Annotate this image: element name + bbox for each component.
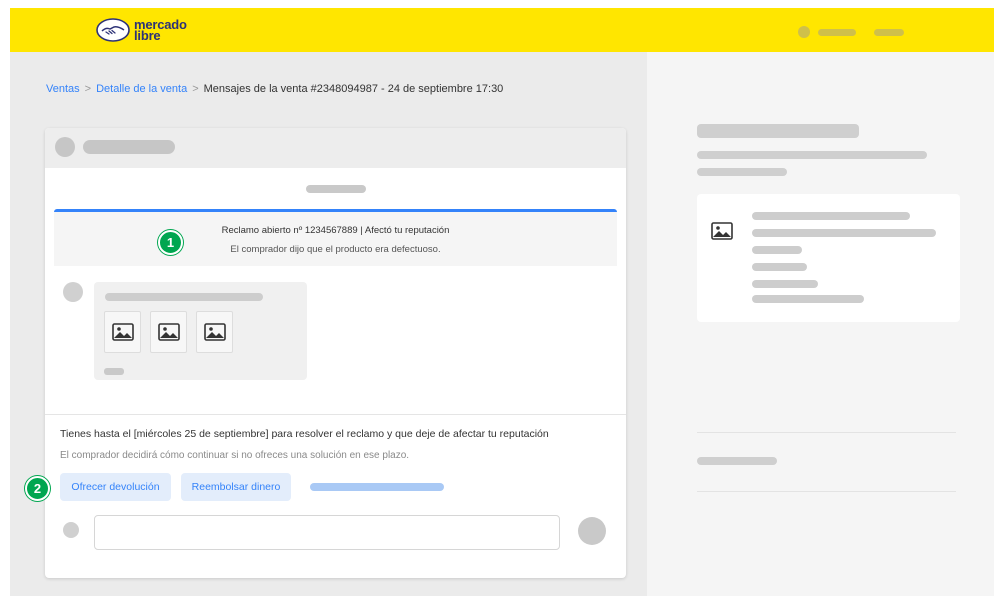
product-card xyxy=(697,194,960,322)
more-options-link-skeleton[interactable] xyxy=(310,483,444,491)
product-line-skeleton xyxy=(752,212,910,220)
handshake-logo-icon xyxy=(96,18,130,42)
resolution-note: El comprador decidirá cómo continuar si … xyxy=(60,450,410,461)
breadcrumb-sale-detail[interactable]: Detalle de la venta xyxy=(96,83,187,95)
right-divider xyxy=(697,432,956,433)
brand-wordmark: mercado libre xyxy=(134,17,187,43)
user-avatar[interactable] xyxy=(798,26,810,38)
menu-item-skeleton[interactable] xyxy=(874,28,904,36)
buyer-avatar xyxy=(55,137,75,157)
product-line-skeleton xyxy=(752,280,818,288)
breadcrumb-ventas[interactable]: Ventas xyxy=(46,83,80,95)
buyer-message-avatar xyxy=(63,282,83,302)
message-input[interactable] xyxy=(94,515,560,550)
image-placeholder-icon xyxy=(157,323,180,341)
step-badge-1: 1 xyxy=(158,230,183,255)
attachment-thumbnail[interactable] xyxy=(150,311,187,353)
summary-title-skeleton xyxy=(697,124,859,138)
image-placeholder-icon xyxy=(111,323,134,341)
buyer-message-bubble xyxy=(94,282,307,380)
offer-return-button[interactable]: Ofrecer devolución xyxy=(60,473,171,501)
section-link-skeleton[interactable] xyxy=(697,457,777,465)
claim-banner: Reclamo abierto nº 1234567889 | Afectó t… xyxy=(54,209,617,266)
top-bar: mercado libre xyxy=(10,8,994,52)
user-name-skeleton xyxy=(818,28,856,36)
breadcrumb-separator: > xyxy=(192,83,199,95)
summary-line-skeleton xyxy=(697,168,787,176)
attachment-thumbnail[interactable] xyxy=(196,311,233,353)
resolution-deadline: Tienes hasta el [miércoles 25 de septiem… xyxy=(60,428,549,440)
breadcrumb: Ventas > Detalle de la venta > Mensajes … xyxy=(46,83,503,95)
attachment-thumbnail[interactable] xyxy=(104,311,141,353)
seller-avatar xyxy=(63,522,79,538)
step-badge-2: 2 xyxy=(25,476,50,501)
product-line-skeleton xyxy=(752,246,802,254)
refund-money-button[interactable]: Reembolsar dinero xyxy=(181,473,291,501)
summary-line-skeleton xyxy=(697,151,927,159)
section-divider xyxy=(45,414,626,415)
image-placeholder-icon xyxy=(711,222,733,240)
buyer-name-skeleton xyxy=(83,140,175,154)
breadcrumb-current: Mensajes de la venta #2348094987 - 24 de… xyxy=(203,83,504,95)
message-text-skeleton xyxy=(105,293,263,301)
message-time-skeleton xyxy=(104,368,124,375)
user-menu[interactable] xyxy=(798,26,904,38)
product-line-skeleton xyxy=(752,295,864,303)
date-separator-skeleton xyxy=(306,185,366,193)
claim-description: El comprador dijo que el producto era de… xyxy=(230,244,441,255)
send-button[interactable] xyxy=(578,517,606,545)
image-placeholder-icon xyxy=(203,323,226,341)
messages-card: Reclamo abierto nº 1234567889 | Afectó t… xyxy=(45,128,626,578)
conversation-header xyxy=(45,128,626,168)
right-divider xyxy=(697,491,956,492)
product-line-skeleton xyxy=(752,229,936,237)
breadcrumb-separator: > xyxy=(84,83,92,95)
product-line-skeleton xyxy=(752,263,807,271)
brand-logo[interactable]: mercado libre xyxy=(96,17,187,43)
claim-title: Reclamo abierto nº 1234567889 | Afectó t… xyxy=(221,225,450,236)
